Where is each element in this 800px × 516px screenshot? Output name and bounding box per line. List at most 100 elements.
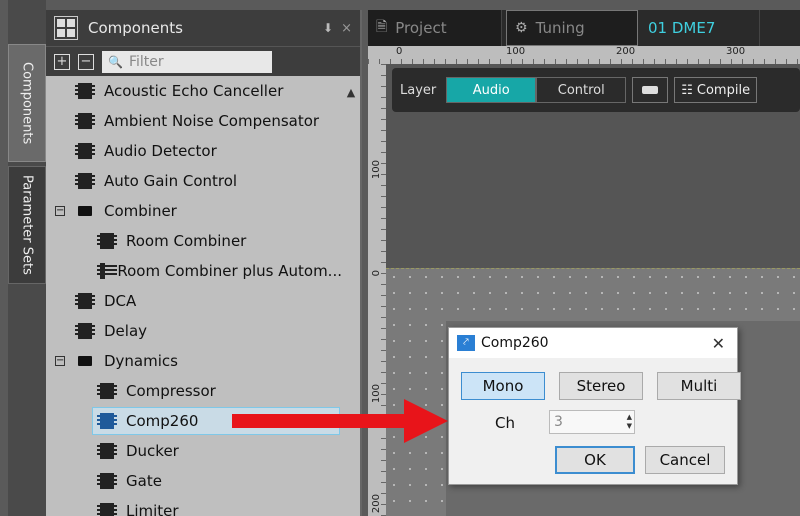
layer-control-button[interactable]: Control [536, 77, 627, 103]
compile-button[interactable]: ☷ Compile [674, 77, 758, 103]
tab-tuning[interactable]: ⚙ Tuning [506, 10, 638, 46]
dialog-titlebar: ⤤ Comp260 ✕ [449, 328, 737, 358]
tree-item[interactable]: Acoustic Echo Canceller [46, 76, 342, 106]
component-icon [96, 263, 119, 279]
ruler-left-label: 200 [371, 494, 382, 514]
comp260-dialog: ⤤ Comp260 ✕ Mono Stereo Multi Ch 3 ▲ ▼ OK… [448, 327, 741, 485]
tree-item[interactable]: Audio Detector [46, 136, 342, 166]
tab-device-label: 01 DME7 [648, 19, 716, 37]
stepper-arrows-icon[interactable]: ▲ ▼ [627, 413, 632, 431]
folder-icon [78, 206, 92, 216]
component-icon [75, 113, 95, 129]
tree-item[interactable]: Ambient Noise Compensator [46, 106, 342, 136]
scroll-up-icon[interactable]: ▲ [342, 86, 360, 99]
mode-multi-button[interactable]: Multi [657, 372, 741, 400]
layer-toolbar: Layer Audio Control ☷ Compile [392, 68, 800, 112]
component-tree: Acoustic Echo Canceller Ambient Noise Com… [46, 76, 342, 516]
tab-project[interactable]: 🗎 Project [368, 10, 502, 46]
document-icon: 🗎 [376, 19, 388, 35]
dialog-title: Comp260 [481, 335, 549, 351]
mode-mono-button[interactable]: Mono [461, 372, 545, 400]
ruler-left-label: 0 [371, 270, 382, 277]
ruler-top-label: 300 [726, 46, 746, 57]
tab-device[interactable]: 01 DME7 [640, 10, 760, 46]
tree-item[interactable]: Delay [46, 316, 342, 346]
ruler-top-label: 100 [506, 46, 526, 57]
tree-item[interactable]: DCA [46, 286, 342, 316]
collapse-toggle-icon[interactable]: − [55, 206, 65, 216]
filter-bar: + − 🔍 Filter [46, 46, 360, 76]
component-icon [97, 413, 117, 429]
layer-audio-button[interactable]: Audio [446, 77, 537, 103]
compile-label: Compile [696, 82, 751, 98]
component-icon [75, 143, 95, 159]
tree-item[interactable]: Auto Gain Control [46, 166, 342, 196]
channel-stepper[interactable]: 3 ▲ ▼ [549, 410, 635, 434]
ruler-top-label: 200 [616, 46, 636, 57]
tree-item-label: Limiter [126, 502, 179, 516]
collapse-all-button[interactable]: − [78, 53, 94, 70]
plug-icon [642, 86, 659, 94]
tab-project-label: Project [395, 19, 447, 37]
components-panel-header: Components ⬇ × [46, 10, 360, 46]
tree-item-label: Delay [104, 322, 148, 340]
component-icon [97, 443, 117, 459]
folder-icon [78, 356, 92, 366]
ruler-left-label: 100 [371, 160, 382, 180]
tree-item-label: Audio Detector [104, 142, 217, 160]
tree-folder[interactable]: − Combiner [46, 196, 342, 226]
tree-item-label: Gate [126, 472, 162, 490]
pin-icon[interactable]: ⬇ [323, 21, 333, 35]
horizontal-ruler: 0 100 200 300 [368, 46, 800, 64]
dialog-app-icon: ⤤ [457, 335, 475, 351]
tree-item-label: Compressor [126, 382, 216, 400]
expand-all-button[interactable]: + [54, 53, 70, 70]
mode-buttons: Mono Stereo Multi [461, 372, 741, 400]
vertical-ruler: 100 0 100 200 [368, 64, 386, 516]
dialog-close-icon[interactable]: ✕ [712, 334, 725, 353]
tab-parameter-sets-side-label: Parameter Sets [19, 175, 35, 275]
tab-components-side[interactable]: Components [8, 44, 46, 162]
document-tabs: 🗎 Project ⚙ Tuning 01 DME7 [368, 10, 800, 46]
ruler-top-label: 0 [396, 46, 403, 57]
connect-button[interactable] [632, 77, 669, 103]
tree-item-label: Combiner [104, 202, 177, 220]
tree-item[interactable]: Room Combiner plus Autom... [46, 256, 342, 286]
component-icon [75, 293, 95, 309]
red-arrow-head [404, 399, 448, 443]
tree-item-label: Auto Gain Control [104, 172, 238, 190]
tuning-icon: ⚙ [515, 20, 528, 36]
tree-folder[interactable]: − Dynamics [46, 346, 342, 376]
panel-title: Components [88, 19, 183, 37]
tree-item[interactable]: Gate [46, 466, 342, 496]
tree-item-label: Dynamics [104, 352, 178, 370]
close-panel-icon[interactable]: × [341, 21, 352, 36]
cancel-button[interactable]: Cancel [645, 446, 725, 474]
component-icon [75, 173, 95, 189]
tree-item[interactable]: Room Combiner [46, 226, 342, 256]
tab-components-side-label: Components [19, 61, 35, 145]
tree-item[interactable]: Ducker [46, 436, 342, 466]
tree-item[interactable]: Compressor [46, 376, 342, 406]
ok-button[interactable]: OK [555, 446, 635, 474]
channel-label: Ch [495, 414, 515, 432]
layer-label: Layer [400, 82, 437, 98]
tree-item[interactable]: Limiter [46, 496, 342, 516]
collapse-toggle-icon[interactable]: − [55, 356, 65, 366]
ruler-left-label: 100 [371, 384, 382, 404]
filter-input[interactable]: 🔍 Filter [102, 50, 272, 73]
red-arrow-shaft [232, 414, 408, 428]
tree-item-label: Ducker [126, 442, 179, 460]
tree-item-label: Acoustic Echo Canceller [104, 82, 284, 100]
components-panel: Components ⬇ × + − 🔍 Filter Acoustic Ech… [46, 10, 362, 516]
component-icon [97, 503, 117, 516]
components-grid-icon [54, 16, 78, 40]
component-icon [97, 383, 117, 399]
mode-stereo-button[interactable]: Stereo [559, 372, 643, 400]
channel-value: 3 [554, 414, 563, 430]
compile-icon: ☷ [681, 82, 693, 98]
tab-parameter-sets-side[interactable]: Parameter Sets [8, 166, 46, 284]
tree-scrollbar[interactable]: ▲ [342, 76, 360, 516]
filter-placeholder: Filter [128, 53, 164, 70]
component-icon [97, 473, 117, 489]
